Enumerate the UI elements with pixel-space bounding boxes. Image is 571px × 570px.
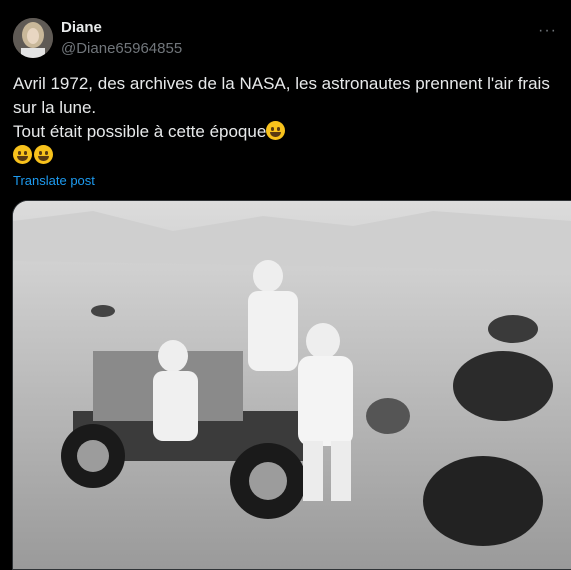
avatar[interactable]	[13, 18, 53, 58]
post-emoji-line	[13, 144, 561, 168]
astronauts-photo-image	[13, 201, 571, 569]
post-photo[interactable]	[12, 200, 571, 570]
post-text: Avril 1972, des archives de la NASA, les…	[13, 72, 561, 168]
post-text-segment: Tout était possible à cette époque	[13, 122, 267, 141]
translate-post-link[interactable]: Translate post	[13, 173, 95, 188]
user-avatar-icon	[13, 18, 53, 58]
post-text-line: Tout était possible à cette époque	[13, 120, 561, 144]
grinning-face-emoji-icon	[13, 145, 32, 164]
upside-down-face-emoji-icon	[266, 121, 286, 140]
author-handle[interactable]: @Diane65964855	[61, 40, 182, 57]
rolling-on-floor-laughing-emoji-icon	[34, 145, 53, 164]
author-name[interactable]: Diane	[61, 19, 102, 36]
more-options-icon[interactable]: ···	[538, 22, 557, 40]
post-text-line: Avril 1972, des archives de la NASA, les…	[13, 74, 550, 93]
post-text-line: sur la lune.	[13, 98, 97, 117]
